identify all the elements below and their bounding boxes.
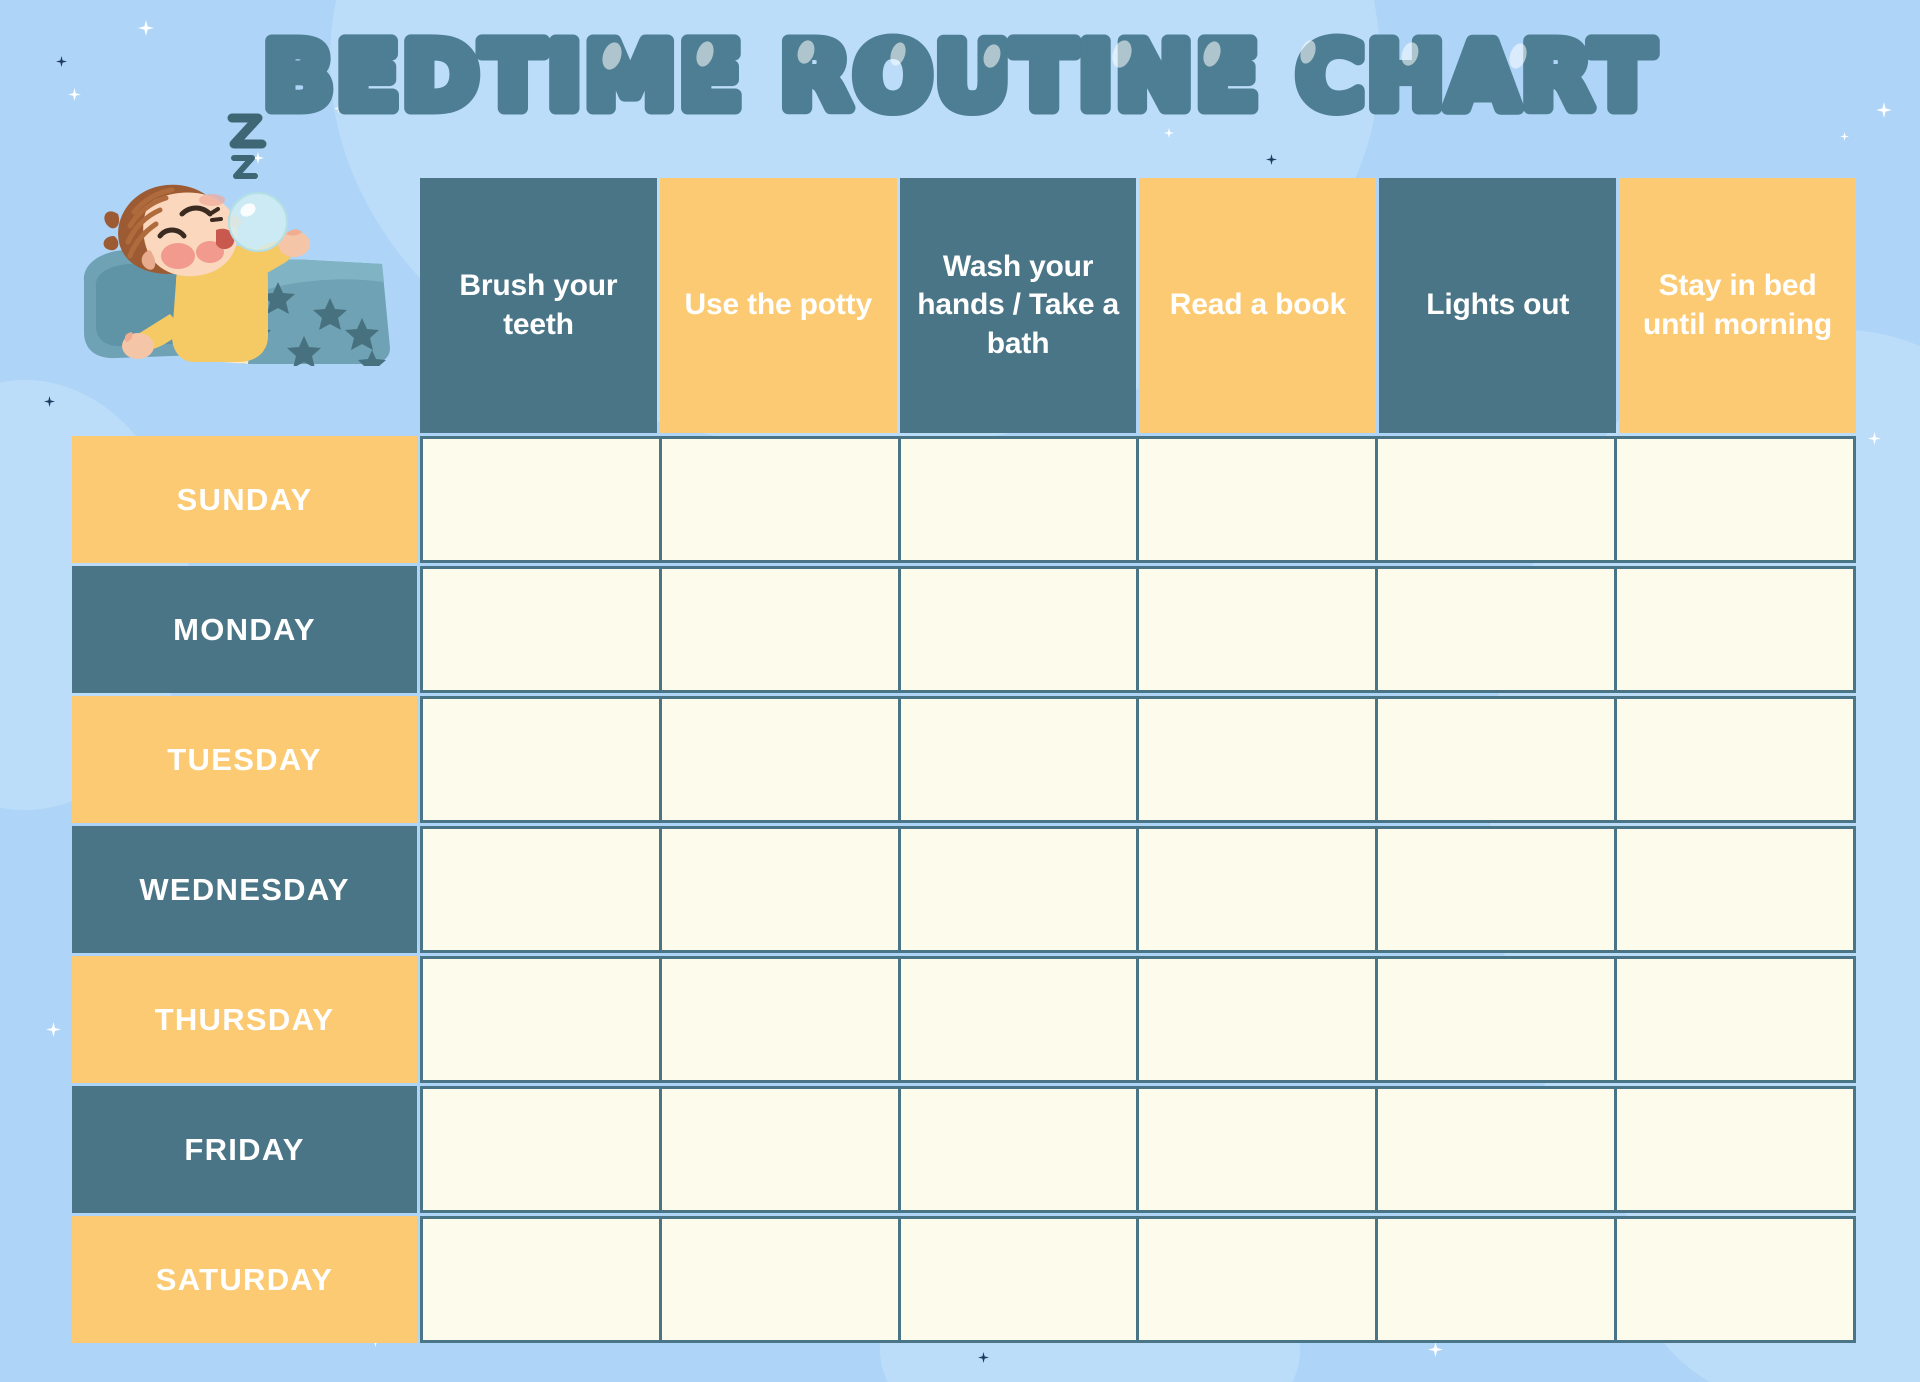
row-cells [420, 696, 1856, 823]
checkbox-cell[interactable] [1378, 829, 1618, 953]
checkbox-cell[interactable] [900, 829, 1140, 953]
checkbox-cell[interactable] [900, 439, 1140, 563]
column-header: Use the potty [659, 178, 897, 433]
checkbox-cell[interactable] [1139, 699, 1379, 823]
checkbox-cell[interactable] [1139, 439, 1379, 563]
column-header: Wash your hands / Take a bath [899, 178, 1137, 433]
checkbox-cell[interactable] [900, 569, 1140, 693]
row-cells [420, 956, 1856, 1083]
sparkle-icon [978, 1352, 989, 1363]
column-header: Read a book [1139, 178, 1377, 433]
sparkle-icon [46, 1022, 61, 1037]
checkbox-cell[interactable] [423, 1089, 662, 1213]
checkbox-cell[interactable] [900, 1089, 1140, 1213]
checkbox-cell[interactable] [1617, 1089, 1856, 1213]
checkbox-cell[interactable] [661, 1089, 901, 1213]
checkbox-cell[interactable] [1617, 1219, 1856, 1343]
day-label-saturday: SATURDAY [72, 1216, 417, 1343]
row-cells [420, 1086, 1856, 1213]
checkbox-cell[interactable] [1139, 1089, 1379, 1213]
day-label-tuesday: TUESDAY [72, 696, 417, 823]
chart-header-row: Brush your teeth Use the potty Wash your h… [420, 178, 1856, 433]
column-header: Brush your teeth [420, 178, 657, 433]
checkbox-cell[interactable] [423, 699, 662, 823]
checkbox-cell[interactable] [1139, 1219, 1379, 1343]
checkbox-cell[interactable] [1617, 699, 1856, 823]
row-cells [420, 826, 1856, 953]
day-label-wednesday: WEDNESDAY [72, 826, 417, 953]
page-title: BEDTIME ROUTINE CHART [0, 18, 1920, 141]
page-title-art: BEDTIME ROUTINE CHART [257, 18, 1661, 136]
checkbox-cell[interactable] [661, 699, 901, 823]
checkbox-cell[interactable] [1139, 829, 1379, 953]
day-label-friday: FRIDAY [72, 1086, 417, 1213]
checkbox-cell[interactable] [1617, 569, 1856, 693]
checkbox-cell[interactable] [1617, 959, 1856, 1083]
checkbox-cell[interactable] [423, 829, 662, 953]
table-row: SATURDAY [72, 1216, 1856, 1343]
svg-text:BEDTIME ROUTINE CHART: BEDTIME ROUTINE CHART [263, 23, 1657, 130]
checkbox-cell[interactable] [1378, 439, 1618, 563]
day-label-monday: MONDAY [72, 566, 417, 693]
checkbox-cell[interactable] [1139, 959, 1379, 1083]
sparkle-icon [44, 396, 55, 407]
checkbox-cell[interactable] [661, 439, 901, 563]
table-row: THURSDAY [72, 956, 1856, 1083]
table-row: SUNDAY [72, 436, 1856, 563]
checkbox-cell[interactable] [661, 959, 901, 1083]
row-cells [420, 1216, 1856, 1343]
checkbox-cell[interactable] [661, 1219, 901, 1343]
row-cells [420, 436, 1856, 563]
checkbox-cell[interactable] [423, 959, 662, 1083]
checkbox-cell[interactable] [423, 1219, 662, 1343]
day-label-sunday: SUNDAY [72, 436, 417, 563]
checkbox-cell[interactable] [1617, 439, 1856, 563]
table-row: TUESDAY [72, 696, 1856, 823]
checkbox-cell[interactable] [1617, 829, 1856, 953]
row-cells [420, 566, 1856, 693]
checkbox-cell[interactable] [900, 699, 1140, 823]
day-label-thursday: THURSDAY [72, 956, 417, 1083]
checkbox-cell[interactable] [1378, 1219, 1618, 1343]
checkbox-cell[interactable] [900, 1219, 1140, 1343]
checkbox-cell[interactable] [661, 829, 901, 953]
checkbox-cell[interactable] [1378, 959, 1618, 1083]
table-row: FRIDAY [72, 1086, 1856, 1213]
checkbox-cell[interactable] [1378, 569, 1618, 693]
checkbox-cell[interactable] [1378, 699, 1618, 823]
checkbox-cell[interactable] [1139, 569, 1379, 693]
table-row: WEDNESDAY [72, 826, 1856, 953]
checkbox-cell[interactable] [423, 439, 662, 563]
sparkle-icon [1266, 154, 1277, 165]
checkbox-cell[interactable] [900, 959, 1140, 1083]
sparkle-icon [1868, 432, 1881, 445]
checkbox-cell[interactable] [1378, 1089, 1618, 1213]
chart-body: SUNDAY MONDAY TUESDAY WEDNESDAY THURSDAY FRID… [72, 436, 1856, 1343]
column-header: Stay in bed until morning [1619, 178, 1856, 433]
checkbox-cell[interactable] [661, 569, 901, 693]
checkbox-cell[interactable] [423, 569, 662, 693]
column-header: Lights out [1379, 178, 1617, 433]
table-row: MONDAY [72, 566, 1856, 693]
